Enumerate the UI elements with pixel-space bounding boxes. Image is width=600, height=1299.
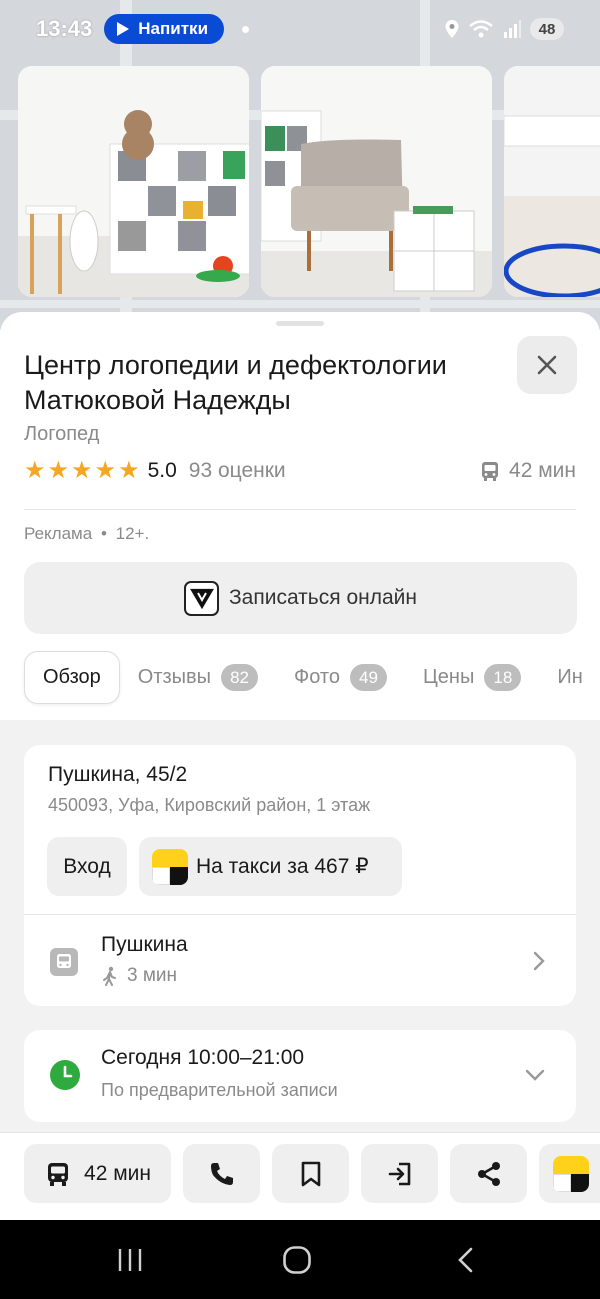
booking-logo-icon <box>184 580 219 616</box>
hours-card[interactable]: Сегодня 10:00–21:00 По предварительной з… <box>24 1030 576 1122</box>
star-icon: ★ <box>24 457 46 484</box>
sheet-grabber[interactable] <box>276 321 324 326</box>
details-area: Пушкина, 45/2 450093, Уфа, Кировский рай… <box>0 720 600 1132</box>
wifi-icon <box>469 20 493 38</box>
rating-count[interactable]: 93 оценки <box>189 459 286 483</box>
gym-hoop-photo <box>504 66 600 297</box>
book-online-button[interactable]: Записаться онлайн <box>24 562 577 634</box>
home-icon[interactable] <box>282 1245 312 1275</box>
tab-label: Цены <box>422 666 475 688</box>
hours-note: По предварительной записи <box>101 1080 338 1100</box>
place-category: Логопед <box>24 423 100 445</box>
rating-stars: ★ ★ ★ ★ ★ <box>24 459 140 483</box>
route-time-label: 42 мин <box>84 1161 151 1185</box>
tab-overview[interactable]: Обзор <box>24 651 120 704</box>
transit-time-label: 42 мин <box>509 459 576 482</box>
tab-info[interactable]: Ин <box>539 651 600 704</box>
tab-label: Ин <box>557 666 583 688</box>
tab-photos[interactable]: Фото 49 <box>276 651 405 704</box>
status-bar: 13:43 Напитки 48 <box>0 0 600 58</box>
divider <box>24 914 576 915</box>
close-icon <box>537 355 557 375</box>
notification-dot <box>242 25 250 33</box>
call-button[interactable] <box>183 1144 260 1203</box>
tab-prices[interactable]: Цены 18 <box>405 651 539 704</box>
chevron-right-icon <box>533 951 545 971</box>
system-nav-bar <box>0 1220 600 1299</box>
tab-bar: Обзор Отзывы 82 Фото 49 Цены 18 Ин <box>24 651 600 704</box>
star-icon: ★ <box>71 457 93 484</box>
taxi-button[interactable]: На такси за 467 ₽ <box>139 837 402 896</box>
book-online-label: Записаться онлайн <box>229 586 417 609</box>
status-time: 13:43 <box>36 16 93 41</box>
transit-time[interactable]: 42 мин <box>479 459 576 483</box>
enter-button[interactable] <box>361 1144 438 1203</box>
reviews-count-badge: 82 <box>221 664 259 691</box>
entrance-button[interactable]: Вход <box>47 837 127 896</box>
route-button[interactable]: 42 мин <box>24 1144 171 1203</box>
play-icon <box>117 22 130 36</box>
bookmark-icon <box>301 1161 320 1186</box>
taxi-icon <box>152 848 188 885</box>
armchair-photo <box>261 66 492 297</box>
battery-indicator: 48 <box>530 18 564 40</box>
ad-separator: • <box>100 524 107 543</box>
tab-reviews[interactable]: Отзывы 82 <box>120 651 276 704</box>
walk-time: 3 мин <box>101 965 177 987</box>
rating-row: ★ ★ ★ ★ ★ 5.0 93 оценки 42 мин <box>24 457 576 485</box>
ad-label: Реклама • 12+. <box>24 524 149 544</box>
enter-icon <box>388 1162 410 1185</box>
toy-bear-shelf-photo <box>18 66 249 297</box>
entrance-label: Вход <box>63 854 111 878</box>
address-main[interactable]: Пушкина, 45/2 <box>48 763 187 787</box>
bus-stop-icon <box>50 948 78 976</box>
map-road <box>0 300 600 308</box>
bus-icon <box>48 1162 69 1186</box>
star-icon: ★ <box>47 457 70 484</box>
taxi-label: На такси за 467 ₽ <box>196 855 369 878</box>
taxi-icon <box>553 1155 589 1192</box>
star-icon: ★ <box>118 457 140 484</box>
bus-icon <box>482 462 499 481</box>
walk-time-label: 3 мин <box>127 965 178 986</box>
place-card-sheet: Центр логопедии и дефектологии Матюковой… <box>0 312 600 1132</box>
tab-label: Обзор <box>43 666 101 688</box>
map-background: 13:43 Напитки 48 <box>0 0 600 330</box>
bookmark-button[interactable] <box>272 1144 349 1203</box>
photo-gym[interactable] <box>504 66 600 297</box>
address-sub: 450093, Уфа, Кировский район, 1 этаж <box>48 795 371 815</box>
chevron-down-icon <box>525 1069 545 1081</box>
tab-label: Отзывы <box>137 666 212 688</box>
share-icon <box>477 1161 500 1186</box>
tab-label: Фото <box>294 666 340 688</box>
place-title: Центр логопедии и дефектологии Матюковой… <box>24 350 447 415</box>
rating-value: 5.0 <box>147 459 177 482</box>
ad-age: 12+. <box>115 524 150 543</box>
hours-today: Сегодня 10:00–21:00 <box>101 1046 305 1069</box>
photo-carousel[interactable] <box>18 66 600 297</box>
location-icon <box>445 20 459 38</box>
star-icon: ★ <box>94 457 117 484</box>
share-button[interactable] <box>450 1144 527 1203</box>
media-label: Напитки <box>138 19 209 38</box>
divider <box>24 509 576 510</box>
stop-name: Пушкина <box>101 933 188 956</box>
taxi-action-button[interactable] <box>539 1144 600 1203</box>
action-bar: 42 мин <box>0 1132 600 1220</box>
prices-count-badge: 18 <box>484 664 522 691</box>
media-pill[interactable]: Напитки <box>104 14 225 44</box>
back-icon[interactable] <box>456 1246 474 1274</box>
phone-icon <box>210 1162 233 1185</box>
recent-apps-icon[interactable] <box>116 1247 144 1273</box>
close-button[interactable] <box>517 336 577 394</box>
clock-icon <box>50 1060 80 1090</box>
walking-icon <box>103 966 116 986</box>
photo-toy-shelf[interactable] <box>18 66 249 297</box>
ad-text: Реклама <box>24 524 93 543</box>
address-card: Пушкина, 45/2 450093, Уфа, Кировский рай… <box>24 745 576 1006</box>
photos-count-badge: 49 <box>349 664 387 691</box>
photo-armchair[interactable] <box>261 66 492 297</box>
signal-icon <box>504 20 521 38</box>
